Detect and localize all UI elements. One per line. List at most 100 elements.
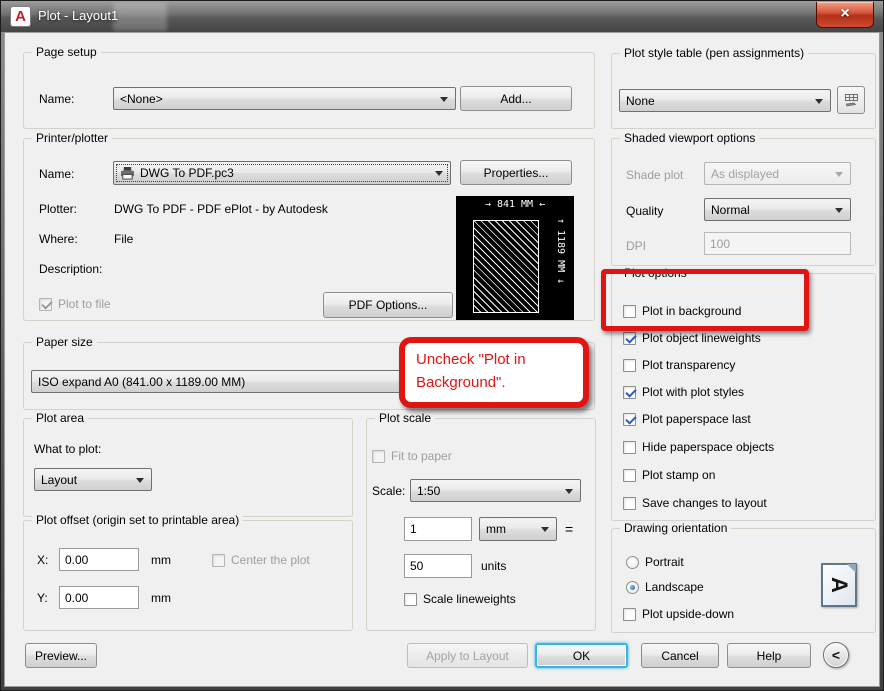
paper-height-dimension: 1189 MM bbox=[555, 218, 566, 316]
checkbox-box[interactable] bbox=[623, 358, 636, 372]
offset-x-input[interactable] bbox=[59, 548, 139, 571]
center-the-plot-checkbox[interactable]: Center the plot bbox=[212, 553, 310, 567]
window-title: Plot - Layout1 bbox=[38, 8, 119, 23]
save-changes-to-layout-checkbox[interactable]: Save changes to layout bbox=[623, 496, 767, 510]
what-to-plot-label: What to plot: bbox=[34, 442, 102, 456]
dropdown-arrow-icon bbox=[136, 477, 144, 483]
annotation-text: Uncheck "Plot in Background". bbox=[416, 351, 526, 392]
plot-transparency-checkbox[interactable]: Plot transparency bbox=[623, 358, 735, 372]
add-button[interactable]: Add... bbox=[460, 86, 572, 111]
checkbox-label: Center the plot bbox=[231, 553, 310, 567]
radio-label: Landscape bbox=[645, 580, 704, 594]
checkbox-label: Plot transparency bbox=[642, 358, 736, 372]
checkbox-label: Hide paperspace objects bbox=[642, 440, 775, 454]
offset-y-input[interactable] bbox=[59, 586, 139, 609]
quality-value: Normal bbox=[711, 202, 750, 217]
edit-plot-style-icon bbox=[843, 92, 860, 109]
paper-size-value: ISO expand A0 (841.00 x 1189.00 MM) bbox=[38, 374, 246, 389]
properties-button[interactable]: Properties... bbox=[460, 160, 572, 185]
printer-name-select[interactable]: DWG To PDF.pc3 bbox=[113, 161, 451, 185]
checkbox-label: Plot stamp on bbox=[642, 468, 716, 482]
checkbox-box[interactable] bbox=[404, 592, 417, 606]
checkbox-box[interactable] bbox=[623, 607, 636, 621]
scale-select[interactable]: 1:50 bbox=[410, 479, 581, 502]
offset-x-label: X: bbox=[37, 553, 49, 567]
chevron-left-icon: < bbox=[831, 647, 841, 663]
offset-y-label: Y: bbox=[37, 591, 48, 605]
printable-area-hatch bbox=[473, 220, 539, 313]
scale-lineweights-checkbox[interactable]: Scale lineweights bbox=[404, 592, 516, 606]
scale-unit-select[interactable]: mm bbox=[479, 517, 557, 541]
quality-label: Quality bbox=[626, 204, 664, 218]
checkbox-box[interactable] bbox=[623, 468, 636, 482]
checkbox-label: Plot in background bbox=[642, 304, 742, 318]
group-title: Plot options bbox=[620, 266, 691, 280]
dropdown-arrow-icon bbox=[565, 488, 573, 494]
radio-button[interactable] bbox=[626, 555, 639, 569]
plot-dialog-window: A Plot - Layout1 × Page setup Printer/pl… bbox=[0, 0, 884, 691]
plot-paperspace-last-checkbox[interactable]: Plot paperspace last bbox=[623, 412, 751, 426]
what-to-plot-value: Layout bbox=[41, 472, 78, 487]
scale-value: 1:50 bbox=[417, 483, 441, 498]
what-to-plot-select[interactable]: Layout bbox=[34, 468, 152, 491]
plot-in-background-checkbox[interactable]: Plot in background bbox=[623, 304, 741, 318]
checkbox-box[interactable] bbox=[623, 385, 636, 399]
dropdown-arrow-icon bbox=[541, 527, 549, 532]
radio-button[interactable] bbox=[626, 580, 639, 594]
checkbox-box[interactable] bbox=[623, 412, 636, 426]
hide-paperspace-objects-checkbox[interactable]: Hide paperspace objects bbox=[623, 440, 774, 454]
scale-paper-input[interactable] bbox=[404, 517, 472, 541]
plotter-label: Plotter: bbox=[39, 202, 78, 216]
plot-with-plot-styles-checkbox[interactable]: Plot with plot styles bbox=[623, 385, 744, 399]
close-button[interactable]: × bbox=[816, 2, 874, 28]
quality-select[interactable]: Normal bbox=[704, 198, 851, 221]
group-title: Paper size bbox=[32, 335, 97, 349]
checkbox-box[interactable] bbox=[372, 449, 385, 463]
group-title: Drawing orientation bbox=[620, 521, 732, 535]
checkbox-box[interactable] bbox=[212, 553, 225, 567]
page-setup-name-value: <None> bbox=[120, 91, 163, 106]
landscape-radio[interactable]: Landscape bbox=[626, 580, 704, 594]
plot-upside-down-checkbox[interactable]: Plot upside-down bbox=[623, 607, 734, 621]
fit-to-paper-checkbox[interactable]: Fit to paper bbox=[372, 449, 452, 463]
page-setup-name-label: Name: bbox=[39, 92, 75, 106]
paper-width-label: 841 MM bbox=[496, 199, 534, 210]
checkbox-label: Fit to paper bbox=[391, 449, 452, 463]
checkbox-box[interactable] bbox=[623, 440, 636, 454]
where-label: Where: bbox=[39, 232, 78, 246]
ok-button[interactable]: OK bbox=[535, 643, 628, 668]
plot-style-select[interactable]: None bbox=[619, 89, 831, 112]
checkbox-label: Plot with plot styles bbox=[642, 385, 745, 399]
printer-name-value: DWG To PDF.pc3 bbox=[140, 166, 234, 180]
group-title: Printer/plotter bbox=[32, 131, 113, 145]
cancel-button[interactable]: Cancel bbox=[641, 643, 719, 668]
preview-button[interactable]: Preview... bbox=[25, 643, 97, 668]
apply-to-layout-button[interactable]: Apply to Layout bbox=[407, 643, 528, 668]
help-button[interactable]: Help bbox=[727, 643, 811, 668]
checkbox-box[interactable] bbox=[39, 297, 52, 311]
dpi-label: DPI bbox=[626, 239, 647, 253]
scale-units-input[interactable] bbox=[404, 554, 472, 578]
title-bar[interactable]: A Plot - Layout1 × bbox=[1, 1, 883, 32]
plot-style-value: None bbox=[626, 93, 655, 108]
checkbox-label: Plot paperspace last bbox=[642, 412, 751, 426]
checkbox-label: Save changes to layout bbox=[642, 496, 767, 510]
more-options-toggle[interactable]: < bbox=[823, 642, 849, 668]
checkbox-box[interactable] bbox=[623, 331, 636, 345]
description-label: Description: bbox=[39, 262, 103, 276]
printer-icon bbox=[120, 166, 135, 180]
pdf-options-button[interactable]: PDF Options... bbox=[323, 292, 453, 318]
edit-plot-style-button[interactable] bbox=[837, 86, 865, 114]
shade-plot-select: As displayed bbox=[704, 162, 851, 185]
paper-height-label: 1189 MM bbox=[555, 230, 566, 273]
plot-to-file-checkbox[interactable]: Plot to file bbox=[39, 297, 111, 311]
plot-stamp-on-checkbox[interactable]: Plot stamp on bbox=[623, 468, 715, 482]
offset-y-unit: mm bbox=[151, 591, 171, 605]
checkbox-box[interactable] bbox=[623, 496, 636, 510]
portrait-radio[interactable]: Portrait bbox=[626, 555, 684, 569]
checkbox-box[interactable] bbox=[623, 304, 636, 318]
page-setup-name-select[interactable]: <None> bbox=[113, 87, 456, 110]
group-title: Page setup bbox=[32, 45, 101, 59]
checkbox-label: Plot to file bbox=[58, 297, 111, 311]
plot-object-lineweights-checkbox[interactable]: Plot object lineweights bbox=[623, 331, 761, 345]
